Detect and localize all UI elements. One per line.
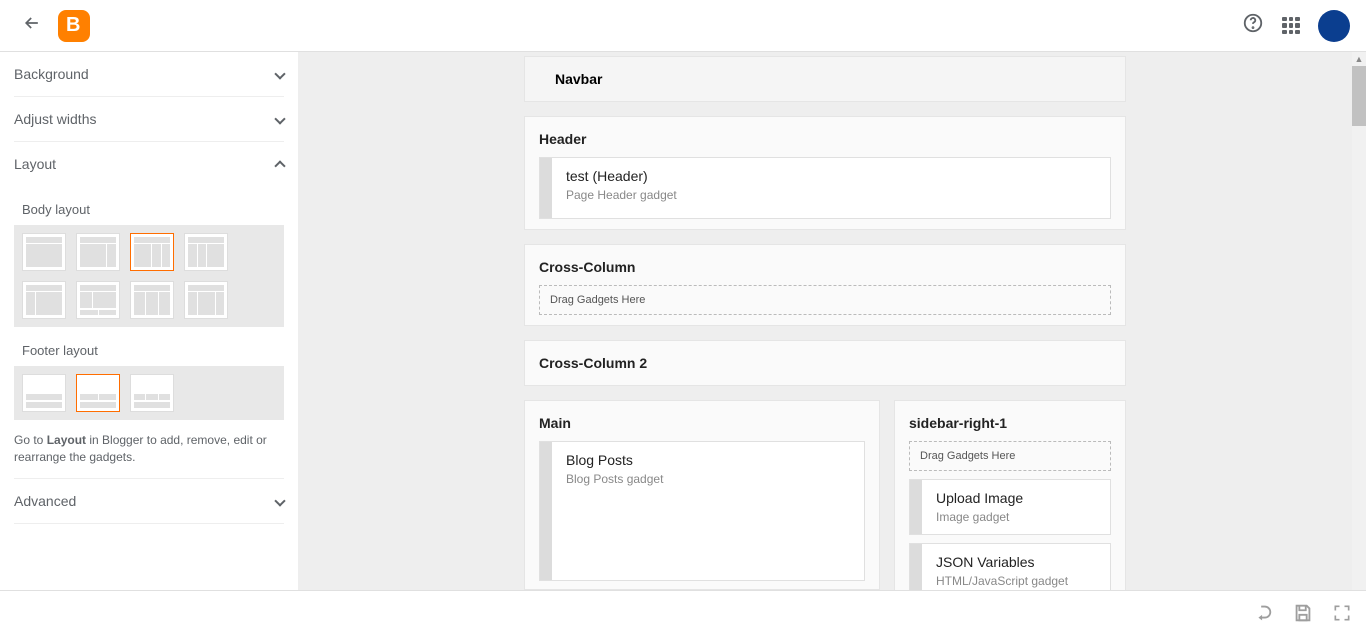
gadget-subtitle: Blog Posts gadget [566,472,850,486]
chevron-down-icon [274,68,285,79]
chevron-down-icon [274,113,285,124]
drag-gadgets-dropzone[interactable]: Drag Gadgets Here [539,285,1111,315]
scrollbar-thumb[interactable] [1352,66,1366,126]
gadget-subtitle: Page Header gadget [566,188,1096,202]
cross-column-2-region: Cross-Column 2 [524,340,1126,386]
gadget-title: Upload Image [936,490,1096,506]
blog-posts-gadget[interactable]: Blog Posts Blog Posts gadget [539,441,865,581]
main-content: Background Adjust widths Layout Body lay… [0,52,1366,590]
drag-gadgets-dropzone[interactable]: Drag Gadgets Here [909,441,1111,471]
gadget-title: test (Header) [566,168,1096,184]
footer-layout-option-2[interactable] [76,374,120,412]
section-label: Background [14,66,89,82]
body-layout-option-5[interactable] [22,281,66,319]
section-background[interactable]: Background [14,52,284,97]
vertical-scrollbar[interactable]: ▲ [1352,52,1366,590]
footer-layout-label: Footer layout [22,343,284,358]
body-layout-option-8[interactable] [184,281,228,319]
sidebar-right-region: sidebar-right-1 Drag Gadgets Here Upload… [894,400,1126,590]
apps-icon[interactable] [1282,17,1300,35]
region-title: Cross-Column [539,259,1111,285]
help-icon[interactable] [1242,12,1264,39]
settings-sidebar: Background Adjust widths Layout Body lay… [0,52,298,590]
body-layout-option-6[interactable] [76,281,120,319]
navbar-region[interactable]: Navbar [524,56,1126,102]
footer-layout-grid [14,366,284,420]
body-layout-option-4[interactable] [184,233,228,271]
body-layout-grid [14,225,284,327]
drag-handle-icon[interactable] [910,480,922,534]
bottom-bar [0,590,1366,640]
chevron-up-icon [274,160,285,171]
section-layout[interactable]: Layout [14,142,284,186]
region-title: Navbar [555,71,602,87]
section-label: Adjust widths [14,111,96,127]
back-button[interactable] [16,7,48,45]
section-label: Layout [14,156,56,172]
cross-column-region: Cross-Column Drag Gadgets Here [524,244,1126,326]
scroll-up-icon[interactable]: ▲ [1352,52,1366,66]
blogger-logo-icon[interactable] [58,10,90,42]
footer-links: Terms of Service· Privacy· Content Polic… [14,584,284,590]
region-title: Cross-Column 2 [539,355,1111,371]
drag-handle-icon[interactable] [910,544,922,590]
gadget-title: JSON Variables [936,554,1096,570]
gadget-subtitle: Image gadget [936,510,1096,524]
body-layout-option-3[interactable] [130,233,174,271]
footer-layout-option-3[interactable] [130,374,174,412]
account-avatar[interactable] [1318,10,1350,42]
body-layout-label: Body layout [22,202,284,217]
layout-help-text: Go to Layout in Blogger to add, remove, … [14,432,284,466]
save-icon[interactable] [1292,602,1314,629]
body-layout-option-2[interactable] [76,233,120,271]
fullscreen-icon[interactable] [1332,603,1352,628]
drag-handle-icon[interactable] [540,158,552,218]
json-variables-gadget[interactable]: JSON Variables HTML/JavaScript gadget [909,543,1111,590]
body-layout-option-1[interactable] [22,233,66,271]
layout-panel: Body layout Footer layout Go to Layout i… [14,202,284,466]
body-layout-option-7[interactable] [130,281,174,319]
region-title: Header [539,131,1111,157]
chevron-down-icon [274,495,285,506]
header-gadget[interactable]: test (Header) Page Header gadget [539,157,1111,219]
layout-canvas: Navbar Header test (Header) Page Header … [298,52,1366,590]
header-region: Header test (Header) Page Header gadget [524,116,1126,230]
revert-icon[interactable] [1252,602,1274,629]
footer-layout-option-1[interactable] [22,374,66,412]
region-title: Main [539,415,865,441]
region-title: sidebar-right-1 [909,415,1111,441]
main-region: Main Blog Posts Blog Posts gadget [524,400,880,590]
top-bar [0,0,1366,52]
upload-image-gadget[interactable]: Upload Image Image gadget [909,479,1111,535]
section-label: Advanced [14,493,76,509]
section-adjust-widths[interactable]: Adjust widths [14,97,284,142]
gadget-title: Blog Posts [566,452,850,468]
section-advanced[interactable]: Advanced [14,478,284,524]
drag-handle-icon[interactable] [540,442,552,580]
gadget-subtitle: HTML/JavaScript gadget [936,574,1096,588]
